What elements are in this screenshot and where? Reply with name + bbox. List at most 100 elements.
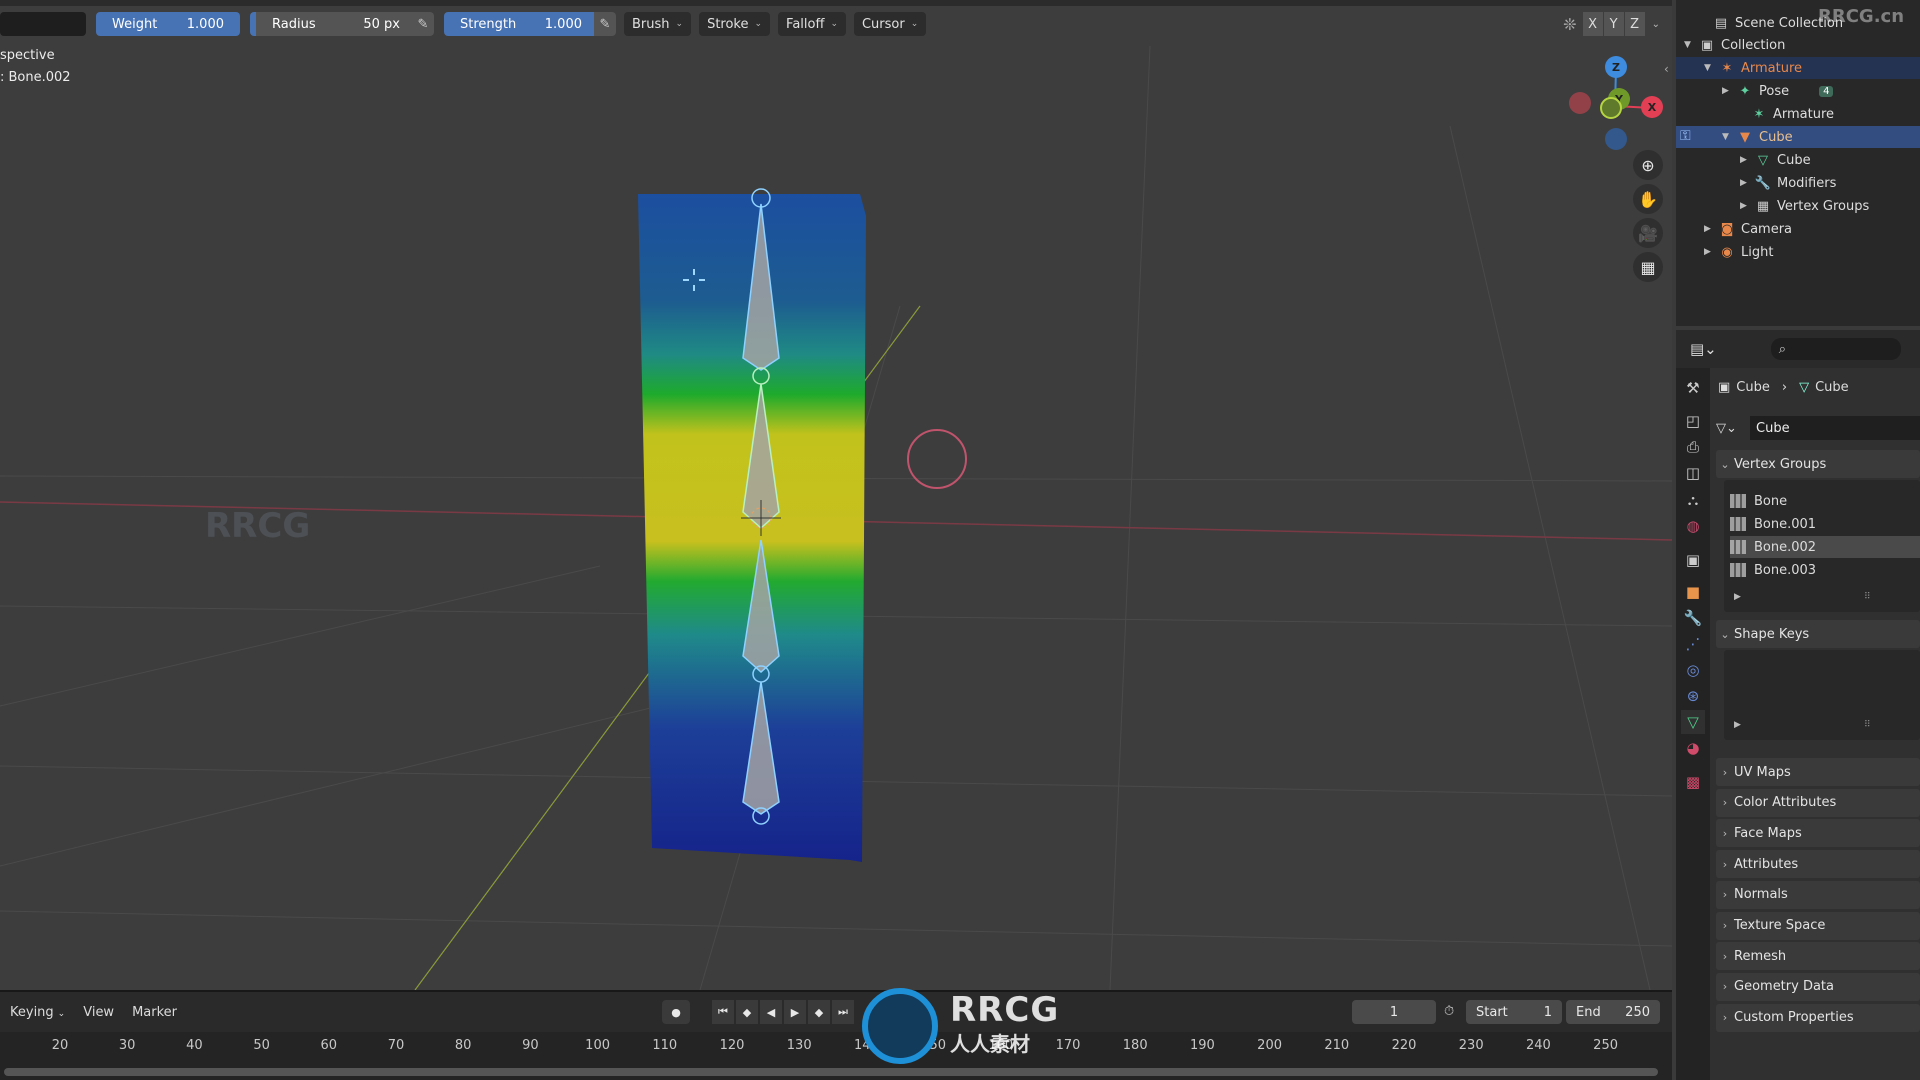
vertex-group-item[interactable]: Bone xyxy=(1730,490,1920,512)
pan-hand-icon[interactable]: ✋ xyxy=(1633,184,1663,214)
mesh-data-tab-icon[interactable]: ▽ xyxy=(1681,710,1705,734)
properties-search-input[interactable]: ⌕ xyxy=(1770,338,1901,360)
scene-icon[interactable]: ⛬ xyxy=(1681,488,1705,512)
outliner-row[interactable]: ▶ ◙ Camera xyxy=(1676,218,1920,240)
keying-menu[interactable]: Keying ⌄ xyxy=(6,1005,69,1020)
material-icon[interactable]: ◕ xyxy=(1681,736,1705,760)
brush-menu[interactable]: Brush ⌄ xyxy=(624,12,692,36)
disclosure-triangle-icon[interactable]: ▼ xyxy=(1704,63,1718,73)
panel-header-geometry-data[interactable]: › Geometry Data xyxy=(1716,972,1920,1001)
world-icon[interactable]: ◍ xyxy=(1681,514,1705,538)
gizmo-neg-x-axis[interactable] xyxy=(1569,92,1591,114)
strength-slider[interactable]: Strength 1.000 xyxy=(444,12,598,36)
camera-view-icon[interactable]: 🎥 xyxy=(1633,218,1663,248)
end-frame-field[interactable]: End 250 xyxy=(1566,1000,1660,1024)
outliner-row[interactable]: ▶ ✦ Pose 4 xyxy=(1676,80,1920,102)
auto-keying-record-button[interactable]: ● xyxy=(662,1000,690,1024)
play-icon[interactable]: ▶ xyxy=(784,1000,806,1024)
outliner-row[interactable]: ▤ Scene Collection xyxy=(1676,12,1920,34)
disclosure-triangle-icon[interactable]: ▶ xyxy=(1722,86,1736,96)
stopwatch-icon[interactable]: ⏱ xyxy=(1444,1004,1454,1019)
editor-type-icon[interactable]: ▤⌄ xyxy=(1690,340,1717,358)
jump-start-icon[interactable]: ⏮ xyxy=(712,1000,734,1024)
outliner-row[interactable]: ▶ ▽ Cube xyxy=(1676,149,1920,171)
expand-triangle-icon[interactable]: ▶ xyxy=(1734,720,1741,730)
render-icon[interactable]: ◰ xyxy=(1681,409,1705,433)
shape-keys-panel-header[interactable]: ⌄ Shape Keys xyxy=(1716,620,1920,648)
mesh-name-field[interactable]: Cube xyxy=(1750,416,1920,440)
resize-grip-icon[interactable]: ⠿ xyxy=(1864,720,1871,730)
mirror-x-toggle[interactable]: X xyxy=(1582,12,1603,36)
output-icon[interactable]: ⎙ xyxy=(1681,435,1705,459)
gizmo-x-axis[interactable]: X xyxy=(1641,96,1663,118)
outliner-row[interactable]: ▶ 🔧 Modifiers xyxy=(1676,172,1920,194)
view-layer-icon[interactable]: ◫ xyxy=(1681,461,1705,485)
gizmo-neg-y-axis[interactable] xyxy=(1600,97,1622,119)
outliner-row[interactable]: ✶ Armature xyxy=(1676,103,1920,125)
timeline-scrollbar[interactable] xyxy=(4,1068,1658,1076)
collection-tab-icon[interactable]: ▣ xyxy=(1681,548,1705,572)
strength-pressure-pen-icon[interactable]: ✎ xyxy=(594,12,616,36)
zoom-icon[interactable]: ⊕ xyxy=(1633,150,1663,180)
weight-paint-mode-icon[interactable]: ⚿ xyxy=(1680,128,1691,144)
outliner-row[interactable]: ▼ ▣ Collection xyxy=(1676,34,1920,56)
tool-icon[interactable]: ⚒ xyxy=(1681,376,1705,400)
panel-header-face-maps[interactable]: › Face Maps xyxy=(1716,819,1920,848)
marker-menu[interactable]: Marker xyxy=(128,1005,181,1020)
panel-header-texture-space[interactable]: › Texture Space xyxy=(1716,911,1920,940)
outliner-row[interactable]: ▼ ✶ Armature xyxy=(1676,57,1920,79)
jump-end-icon[interactable]: ⏭ xyxy=(832,1000,854,1024)
stroke-menu[interactable]: Stroke ⌄ xyxy=(699,12,771,36)
disclosure-triangle-icon[interactable]: ▶ xyxy=(1704,224,1718,234)
object-tab-icon[interactable]: ■ xyxy=(1681,580,1705,604)
gizmo-z-axis[interactable]: Z xyxy=(1605,56,1627,78)
mode-selector[interactable] xyxy=(0,12,86,36)
disclosure-triangle-icon[interactable]: ▶ xyxy=(1740,201,1754,211)
radius-slider[interactable]: Radius 50 px xyxy=(250,12,416,36)
navigation-gizmo[interactable]: Z X Y xyxy=(1560,50,1663,160)
3d-viewport[interactable]: spective : Bone.002 RRCG Z X Y ⊕ ✋ 🎥 ▦ ‹ xyxy=(0,6,1672,990)
expand-triangle-icon[interactable]: ▶ xyxy=(1734,592,1741,602)
view-menu[interactable]: View xyxy=(79,1005,118,1020)
panel-header-custom-properties[interactable]: › Custom Properties xyxy=(1716,1003,1920,1032)
panel-header-attributes[interactable]: › Attributes xyxy=(1716,850,1920,879)
radius-pressure-pen-icon[interactable]: ✎ xyxy=(412,12,434,36)
frame-ruler[interactable]: 2030405060708090100110120130140150160170… xyxy=(0,1032,1672,1064)
start-frame-field[interactable]: Start 1 xyxy=(1466,1000,1562,1024)
sidebar-toggle-icon[interactable]: ‹ xyxy=(1664,62,1669,76)
prev-keyframe-icon[interactable]: ◆ xyxy=(736,1000,758,1024)
weight-slider[interactable]: Weight 1.000 xyxy=(96,12,240,36)
outliner-row[interactable]: ▶ ◉ Light xyxy=(1676,241,1920,263)
modifier-tab-icon[interactable]: 🔧 xyxy=(1681,606,1705,630)
vertex-group-item[interactable]: Bone.001 xyxy=(1730,513,1920,535)
disclosure-triangle-icon[interactable]: ▶ xyxy=(1740,155,1754,165)
mirror-y-toggle[interactable]: Y xyxy=(1603,12,1624,36)
cursor-menu[interactable]: Cursor ⌄ xyxy=(853,12,927,36)
texture-icon[interactable]: ▩ xyxy=(1681,770,1705,794)
outliner-row[interactable]: ▼ ▼ Cube xyxy=(1676,126,1920,148)
physics-icon[interactable]: ◎ xyxy=(1681,658,1705,682)
mirror-z-toggle[interactable]: Z xyxy=(1624,12,1645,36)
current-frame-field[interactable]: 1 xyxy=(1352,1000,1436,1024)
vertex-groups-panel-header[interactable]: ⌄ Vertex Groups xyxy=(1716,450,1920,478)
gizmo-neg-z-axis[interactable] xyxy=(1605,128,1627,150)
play-reverse-icon[interactable]: ◀ xyxy=(760,1000,782,1024)
vertex-group-item[interactable]: Bone.003 xyxy=(1730,559,1920,581)
disclosure-triangle-icon[interactable]: ▶ xyxy=(1740,178,1754,188)
mesh-datablock-selector[interactable]: ▽⌄ Cube xyxy=(1716,416,1920,440)
panel-header-normals[interactable]: › Normals xyxy=(1716,880,1920,909)
panel-header-remesh[interactable]: › Remesh xyxy=(1716,942,1920,971)
constraints-icon[interactable]: ⊛ xyxy=(1681,684,1705,708)
resize-grip-icon[interactable]: ⠿ xyxy=(1864,592,1871,602)
outliner-row[interactable]: ▶ ▦ Vertex Groups xyxy=(1676,195,1920,217)
chevron-down-icon[interactable]: ⌄ xyxy=(1652,19,1660,30)
vertex-group-item[interactable]: Bone.002 xyxy=(1730,536,1920,558)
panel-header-color-attributes[interactable]: › Color Attributes xyxy=(1716,788,1920,817)
falloff-menu[interactable]: Falloff ⌄ xyxy=(778,12,846,36)
disclosure-triangle-icon[interactable]: ▼ xyxy=(1722,132,1736,142)
next-keyframe-icon[interactable]: ◆ xyxy=(808,1000,830,1024)
panel-header-uv-maps[interactable]: › UV Maps xyxy=(1716,758,1920,786)
disclosure-triangle-icon[interactable]: ▶ xyxy=(1704,247,1718,257)
particles-icon[interactable]: ⋰ xyxy=(1681,632,1705,656)
ortho-grid-icon[interactable]: ▦ xyxy=(1633,252,1663,282)
